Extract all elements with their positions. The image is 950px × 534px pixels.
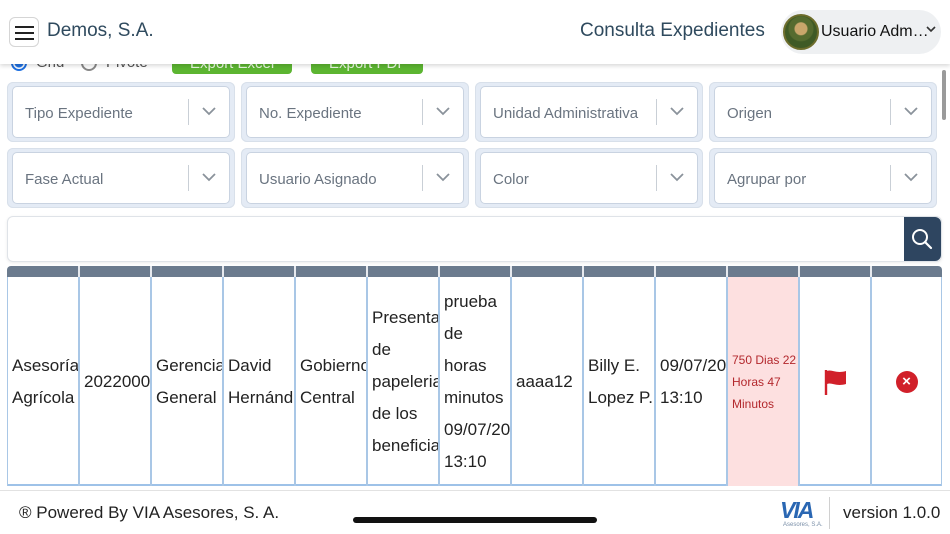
version-text: version 1.0.0: [843, 503, 941, 522]
filter-placeholder: Unidad Administrativa: [493, 105, 639, 122]
expedientes-table: Asesoría Agrícola 20220000 Gerencia Gene…: [7, 266, 942, 488]
filter-placeholder: Agrupar por: [727, 171, 807, 188]
cell-asignado: Billy E. Lopez P.: [583, 277, 655, 486]
cell-observacion: prueba de horas minutos 09/07/20 13:10: [439, 277, 511, 486]
cell-fecha: 09/07/20 13:10: [655, 277, 727, 486]
cell-numero: 20220000: [79, 277, 151, 486]
flag-icon[interactable]: [822, 367, 848, 397]
close-circle-icon[interactable]: ×: [895, 370, 918, 393]
page-title: Consulta Expedientes: [580, 20, 765, 41]
company-name: Demos, S.A.: [47, 20, 154, 41]
app-root: Grid Pivote Export Excel Export PDF Demo…: [0, 0, 950, 534]
filter-color[interactable]: Color: [475, 148, 703, 208]
chevron-down-icon: [202, 173, 216, 182]
powered-by-text: ® Powered By VIA Asesores, S. A.: [19, 503, 280, 522]
user-name: Usuario Adm…: [821, 23, 929, 40]
filter-no-expediente[interactable]: No. Expediente: [241, 82, 469, 142]
chevron-down-icon: [436, 173, 450, 182]
app-header: Demos, S.A. Consulta Expedientes Usuario…: [0, 0, 950, 64]
divider: [188, 165, 189, 191]
filter-fase-actual[interactable]: Fase Actual: [7, 148, 235, 208]
filter-tipo-expediente[interactable]: Tipo Expediente: [7, 82, 235, 142]
cell-delete: ×: [871, 277, 942, 486]
filter-unidad-administrativa[interactable]: Unidad Administrativa: [475, 82, 703, 142]
cell-fase: aaaa12: [511, 277, 583, 486]
search-button[interactable]: [904, 217, 941, 261]
filter-placeholder: Tipo Expediente: [25, 105, 133, 122]
filter-placeholder: Fase Actual: [25, 171, 104, 188]
cell-tipo: Asesoría Agrícola: [7, 277, 79, 486]
divider: [656, 99, 657, 125]
divider: [890, 99, 891, 125]
menu-button[interactable]: [9, 17, 39, 47]
chevron-down-icon: [904, 173, 918, 182]
chevron-down-icon: [926, 26, 936, 33]
avatar: [783, 14, 819, 50]
app-footer: ® Powered By VIA Asesores, S. A. VIA Ase…: [0, 490, 950, 534]
filter-placeholder: No. Expediente: [259, 105, 362, 122]
search-icon: [912, 229, 933, 250]
table-row[interactable]: Asesoría Agrícola 20220000 Gerencia Gene…: [7, 277, 942, 486]
divider: [890, 165, 891, 191]
hamburger-icon: [15, 26, 34, 28]
scrollbar[interactable]: [942, 70, 946, 120]
divider: [656, 165, 657, 191]
divider: [829, 497, 830, 529]
cell-unidad: Gerencia General: [151, 277, 223, 486]
chevron-down-icon: [436, 107, 450, 116]
filter-usuario-asignado[interactable]: Usuario Asignado: [241, 148, 469, 208]
chevron-down-icon: [670, 173, 684, 182]
search-input[interactable]: [7, 216, 942, 262]
filter-origen[interactable]: Origen: [709, 82, 937, 142]
cell-flag: [799, 277, 871, 486]
user-menu[interactable]: Usuario Adm…: [781, 10, 941, 54]
divider: [422, 99, 423, 125]
cell-descripcion: Presentac de papeleria de los beneficiar: [367, 277, 439, 486]
home-indicator: [353, 517, 597, 523]
cell-usuario: David Hernánde: [223, 277, 295, 486]
via-logo: VIA Asesores, S.A.: [780, 497, 823, 528]
filter-placeholder: Color: [493, 171, 529, 188]
cell-tiempo-transcurrido: 750 Dias 22 Horas 47 Minutos: [727, 277, 799, 486]
table-header: [7, 266, 942, 277]
filter-agrupar-por[interactable]: Agrupar por: [709, 148, 937, 208]
filter-placeholder: Usuario Asignado: [259, 171, 377, 188]
chevron-down-icon: [904, 107, 918, 116]
divider: [188, 99, 189, 125]
filter-placeholder: Origen: [727, 105, 773, 122]
divider: [422, 165, 423, 191]
chevron-down-icon: [202, 107, 216, 116]
chevron-down-icon: [670, 107, 684, 116]
cell-origen: Gobierno Central: [295, 277, 367, 486]
